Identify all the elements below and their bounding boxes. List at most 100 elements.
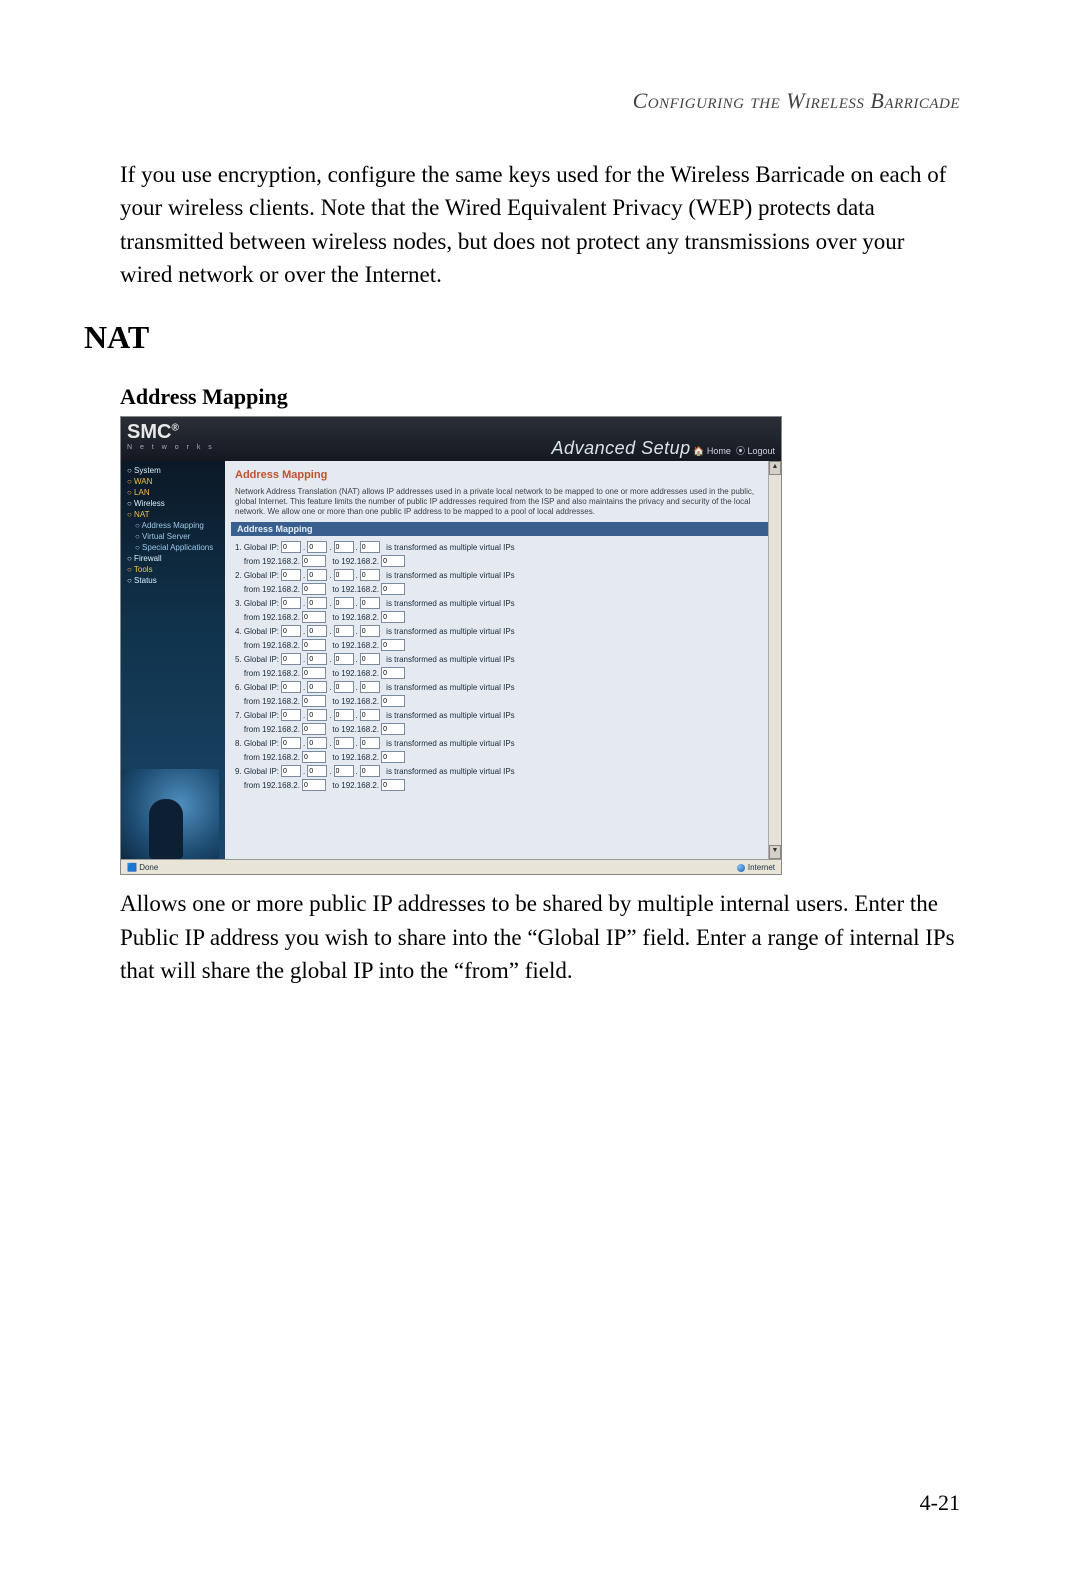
ip-octet-input[interactable] (360, 569, 380, 581)
ip-octet-input[interactable] (307, 541, 327, 553)
logout-icon[interactable]: ⦿ (736, 446, 745, 456)
ip-range-input[interactable] (381, 751, 405, 763)
ip-octet-input[interactable] (281, 569, 301, 581)
ip-octet-input[interactable] (307, 681, 327, 693)
ip-range-input[interactable] (302, 555, 326, 567)
sidebar-decoration (121, 769, 219, 859)
ip-range-input[interactable] (302, 723, 326, 735)
ip-range-input[interactable] (381, 695, 405, 707)
sidebar-item[interactable]: ○ Special Applications (127, 542, 225, 553)
sidebar-item[interactable]: ○ LAN (127, 487, 225, 498)
sidebar-item[interactable]: ○ System (127, 465, 225, 476)
ip-octet-input[interactable] (307, 709, 327, 721)
sidebar-item[interactable]: ○ WAN (127, 476, 225, 487)
ip-octet-input[interactable] (360, 541, 380, 553)
mapping-range-row: from 192.168.2. to 192.168.2. (235, 554, 773, 568)
sidebar-item[interactable]: ○ Address Mapping (127, 520, 225, 531)
ip-octet-input[interactable] (307, 625, 327, 637)
ip-octet-input[interactable] (281, 625, 301, 637)
ip-octet-input[interactable] (360, 709, 380, 721)
ip-range-input[interactable] (381, 667, 405, 679)
mapping-global-row: 8. Global IP: . . . is transformed as mu… (235, 736, 773, 750)
sidebar-item[interactable]: ○ NAT (127, 509, 225, 520)
ip-octet-input[interactable] (334, 569, 354, 581)
intro-paragraph: If you use encryption, configure the sam… (120, 158, 960, 291)
sidebar-item[interactable]: ○ Virtual Server (127, 531, 225, 542)
outro-paragraph: Allows one or more public IP addresses t… (120, 887, 960, 987)
status-bar: 🟦 Done Internet (121, 859, 781, 874)
ip-octet-input[interactable] (334, 709, 354, 721)
ip-octet-input[interactable] (360, 597, 380, 609)
home-link[interactable]: Home (707, 446, 731, 456)
mapping-range-row: from 192.168.2. to 192.168.2. (235, 722, 773, 736)
mapping-range-row: from 192.168.2. to 192.168.2. (235, 666, 773, 680)
ip-range-input[interactable] (381, 779, 405, 791)
sidebar-item[interactable]: ○ Firewall (127, 553, 225, 564)
ip-range-input[interactable] (302, 611, 326, 623)
ip-octet-input[interactable] (360, 737, 380, 749)
ip-octet-input[interactable] (281, 737, 301, 749)
ip-octet-input[interactable] (281, 653, 301, 665)
mapping-range-row: from 192.168.2. to 192.168.2. (235, 694, 773, 708)
ip-octet-input[interactable] (334, 681, 354, 693)
ip-octet-input[interactable] (307, 597, 327, 609)
main-panel: ▲ ▼ Address Mapping Network Address Tran… (225, 461, 781, 859)
ip-octet-input[interactable] (281, 765, 301, 777)
ip-octet-input[interactable] (334, 653, 354, 665)
ip-octet-input[interactable] (307, 653, 327, 665)
panel-subheader: Address Mapping (231, 522, 777, 536)
mapping-global-row: 9. Global IP: . . . is transformed as mu… (235, 764, 773, 778)
sidebar-item[interactable]: ○ Status (127, 575, 225, 586)
ip-range-input[interactable] (381, 555, 405, 567)
ip-octet-input[interactable] (307, 765, 327, 777)
ip-range-input[interactable] (381, 611, 405, 623)
ip-range-input[interactable] (381, 639, 405, 651)
ip-range-input[interactable] (302, 639, 326, 651)
ip-range-input[interactable] (302, 695, 326, 707)
sidebar-item[interactable]: ○ Tools (127, 564, 225, 575)
ip-octet-input[interactable] (334, 765, 354, 777)
status-done: Done (139, 863, 158, 872)
mapping-range-row: from 192.168.2. to 192.168.2. (235, 778, 773, 792)
logout-link[interactable]: Logout (747, 446, 775, 456)
scroll-down-icon[interactable]: ▼ (769, 845, 781, 859)
ip-octet-input[interactable] (334, 625, 354, 637)
ip-octet-input[interactable] (360, 653, 380, 665)
ip-range-input[interactable] (302, 583, 326, 595)
ip-octet-input[interactable] (360, 625, 380, 637)
sidebar-item[interactable]: ○ Wireless (127, 498, 225, 509)
ip-range-input[interactable] (381, 723, 405, 735)
ip-range-input[interactable] (302, 779, 326, 791)
brand-logo: SMC® N e t w o r k s (127, 421, 215, 451)
done-icon: 🟦 (127, 863, 137, 872)
ip-octet-input[interactable] (334, 597, 354, 609)
ip-octet-input[interactable] (307, 569, 327, 581)
mapping-global-row: 3. Global IP: . . . is transformed as mu… (235, 596, 773, 610)
ip-octet-input[interactable] (281, 709, 301, 721)
mapping-global-row: 5. Global IP: . . . is transformed as mu… (235, 652, 773, 666)
section-heading-nat: NAT (84, 319, 960, 356)
mapping-range-row: from 192.168.2. to 192.168.2. (235, 750, 773, 764)
subsection-heading-address-mapping: Address Mapping (120, 384, 960, 410)
ip-octet-input[interactable] (281, 681, 301, 693)
scrollbar[interactable]: ▲ ▼ (768, 461, 781, 859)
mapping-global-row: 4. Global IP: . . . is transformed as mu… (235, 624, 773, 638)
ip-range-input[interactable] (302, 751, 326, 763)
ip-octet-input[interactable] (360, 765, 380, 777)
scroll-up-icon[interactable]: ▲ (769, 461, 781, 475)
ip-octet-input[interactable] (334, 737, 354, 749)
ip-octet-input[interactable] (281, 541, 301, 553)
ip-range-input[interactable] (302, 667, 326, 679)
mapping-range-row: from 192.168.2. to 192.168.2. (235, 638, 773, 652)
mapping-global-row: 6. Global IP: . . . is transformed as mu… (235, 680, 773, 694)
ip-octet-input[interactable] (334, 541, 354, 553)
ip-octet-input[interactable] (307, 737, 327, 749)
mapping-range-row: from 192.168.2. to 192.168.2. (235, 610, 773, 624)
panel-description: Network Address Translation (NAT) allows… (235, 487, 773, 516)
ip-octet-input[interactable] (281, 597, 301, 609)
advanced-setup-title: Advanced Setup (552, 438, 691, 458)
home-icon[interactable]: 🏠 (693, 446, 704, 456)
ip-range-input[interactable] (381, 583, 405, 595)
sidebar: ○ System○ WAN○ LAN○ Wireless○ NAT○ Addre… (121, 461, 225, 859)
ip-octet-input[interactable] (360, 681, 380, 693)
